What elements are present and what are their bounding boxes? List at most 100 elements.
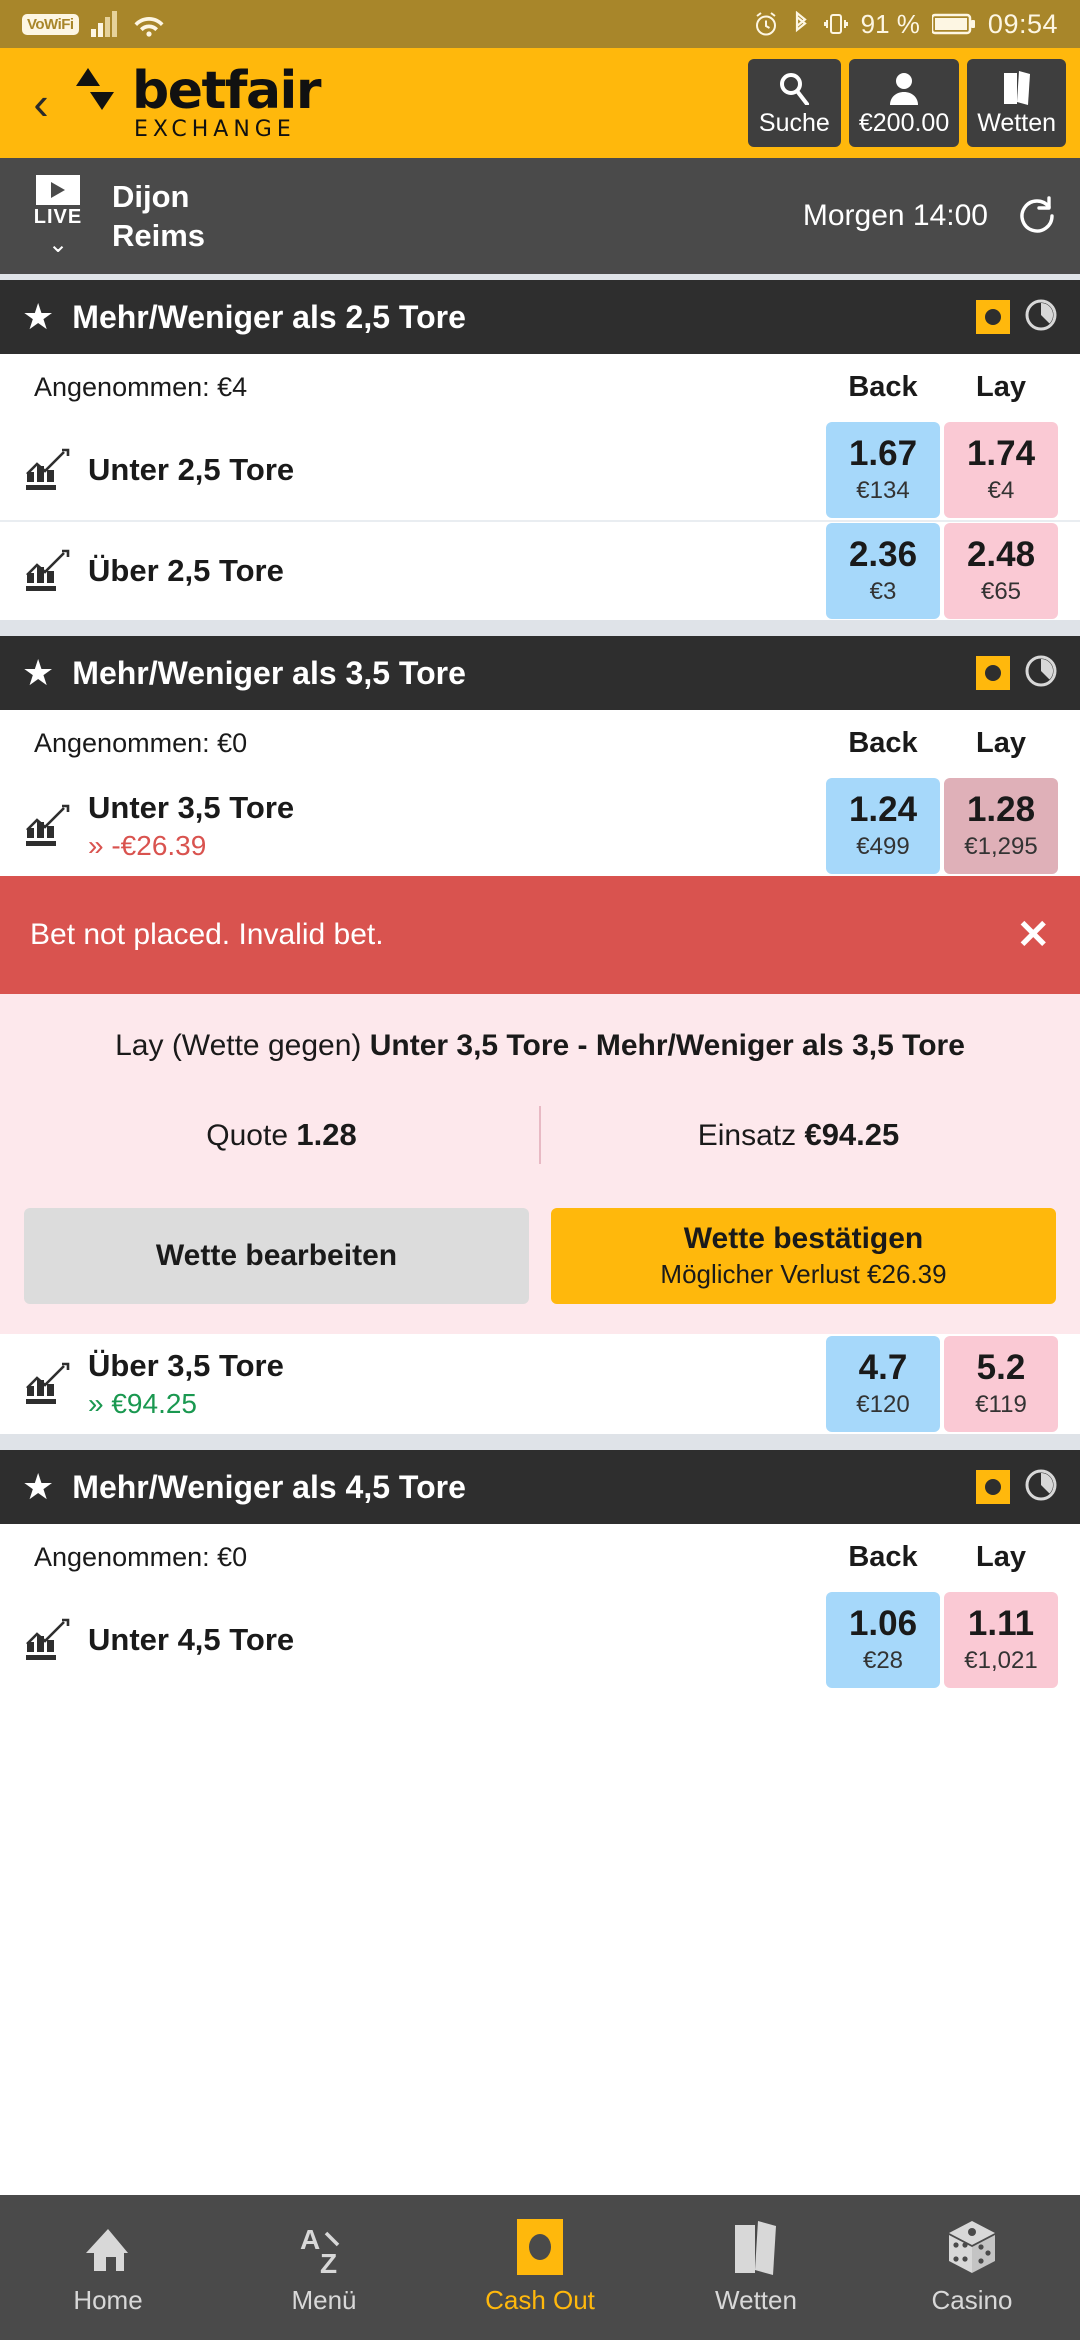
back-odds: 4.7	[858, 1347, 908, 1387]
star-icon[interactable]: ★	[22, 1469, 54, 1505]
account-balance-label: €200.00	[858, 108, 950, 137]
betfair-wordmark: betfair	[132, 61, 322, 121]
selection-row: Unter 3,5 Tore » -€26.39 1.24 €499 1.28 …	[0, 776, 1080, 876]
back-odds: 2.36	[848, 534, 918, 574]
selection-name-block: Unter 4,5 Tore	[88, 1622, 294, 1658]
selection-row: Über 2,5 Tore 2.36 €3 2.48 €65	[0, 520, 1080, 620]
search-icon	[777, 69, 811, 107]
betfair-arrows-icon	[74, 66, 132, 116]
refresh-icon[interactable]	[1016, 195, 1058, 237]
market-header-icons	[976, 654, 1058, 693]
nav-label-menu: Menü	[291, 2285, 357, 2315]
confirm-bet-button[interactable]: Wette bestätigen Möglicher Verlust €26.3…	[551, 1208, 1056, 1304]
bet-slip-title: Lay (Wette gegen) Unter 3,5 Tore - Mehr/…	[24, 1028, 1056, 1064]
account-icon	[888, 69, 920, 107]
status-bar-right: 91 % 09:54	[753, 9, 1058, 40]
lay-odds: 1.74	[966, 433, 1036, 473]
cashout-icon	[517, 2219, 563, 2275]
market-title: Mehr/Weniger als 3,5 Tore	[72, 654, 466, 691]
price-chart-icon[interactable]	[20, 1362, 74, 1406]
price-chart-icon[interactable]	[20, 549, 74, 593]
battery-icon	[931, 12, 976, 36]
column-header-lay: Lay	[976, 370, 1026, 403]
event-header[interactable]: LIVE ⌄ Dijon Reims Morgen 14:00	[0, 158, 1080, 280]
bet-odds-field[interactable]: Quote 1.28	[24, 1117, 539, 1153]
error-banner: Bet not placed. Invalid bet. ✕	[0, 876, 1080, 994]
nav-label-home: Home	[73, 2285, 143, 2315]
price-chart-icon[interactable]	[20, 1618, 74, 1662]
edit-bet-button[interactable]: Wette bearbeiten	[24, 1208, 529, 1304]
nav-label-casino: Casino	[931, 2285, 1013, 2315]
cashout-icon[interactable]	[976, 300, 1010, 334]
market-header[interactable]: ★ Mehr/Weniger als 4,5 Tore	[0, 1450, 1080, 1524]
bet-stake-value: €94.25	[804, 1117, 900, 1152]
section-divider	[0, 620, 1080, 636]
lay-odds: 5.2	[976, 1347, 1026, 1387]
back-price-button[interactable]: 1.06 €28	[826, 1592, 940, 1688]
nav-item-bets[interactable]: Wetten	[648, 2219, 864, 2316]
nav-label-bets: Wetten	[715, 2285, 797, 2315]
pie-timer-icon[interactable]	[1024, 1468, 1058, 1507]
nav-item-home[interactable]: Home	[0, 2219, 216, 2316]
account-balance-button[interactable]: €200.00	[848, 59, 960, 147]
betfair-logo: betfair EXCHANGE	[74, 61, 322, 141]
search-button[interactable]: Suche	[747, 59, 841, 147]
pie-timer-icon[interactable]	[1024, 298, 1058, 337]
price-chart-icon[interactable]	[20, 448, 74, 492]
home-icon	[82, 2219, 134, 2275]
back-amount: €28	[862, 1646, 904, 1674]
star-icon[interactable]: ★	[22, 655, 54, 691]
error-message: Bet not placed. Invalid bet.	[30, 918, 384, 951]
nav-item-cashout[interactable]: Cash Out	[432, 2219, 648, 2316]
back-odds: 1.06	[848, 1603, 918, 1643]
live-stream-toggle[interactable]: LIVE ⌄	[22, 175, 94, 257]
back-price-button[interactable]: 4.7 €120	[826, 1336, 940, 1432]
star-icon[interactable]: ★	[22, 299, 54, 335]
my-bets-label: Wetten	[977, 108, 1056, 137]
back-price-button[interactable]: 2.36 €3	[826, 523, 940, 619]
back-button[interactable]: ‹	[14, 80, 68, 126]
bet-odds-label: Quote	[206, 1119, 289, 1152]
back-amount: €499	[856, 832, 910, 860]
cashout-icon[interactable]	[976, 656, 1010, 690]
lay-price-button[interactable]: 1.74 €4	[944, 422, 1058, 518]
matched-amount: Angenommen: €4	[34, 371, 248, 402]
price-chart-icon[interactable]	[20, 804, 74, 848]
back-price-button[interactable]: 1.24 €499	[826, 778, 940, 874]
cashout-icon[interactable]	[976, 1470, 1010, 1504]
lay-amount: €4	[987, 476, 1015, 504]
bets-icon	[1001, 69, 1033, 107]
lay-price-button[interactable]: 1.28 €1,295	[944, 778, 1058, 874]
lay-price-button[interactable]: 5.2 €119	[944, 1336, 1058, 1432]
chevron-down-icon[interactable]: ⌄	[48, 233, 68, 257]
market-header[interactable]: ★ Mehr/Weniger als 3,5 Tore	[0, 636, 1080, 710]
back-amount: €134	[856, 476, 910, 504]
confirm-bet-liability: Möglicher Verlust €26.39	[660, 1259, 947, 1289]
column-header-back: Back	[848, 726, 918, 759]
price-buttons: 1.06 €28 1.11 €1,021	[826, 1592, 1058, 1688]
lay-price-button[interactable]: 2.48 €65	[944, 523, 1058, 619]
selection-profit-loss: » -€26.39	[88, 829, 207, 861]
column-header-back: Back	[848, 370, 918, 403]
nav-item-menu[interactable]: AZ Menü	[216, 2219, 432, 2316]
bottom-navigation: Home AZ Menü Cash Out Wetten Casino	[0, 2195, 1080, 2340]
market-title: Mehr/Weniger als 4,5 Tore	[72, 1468, 466, 1505]
column-header-back: Back	[848, 1540, 918, 1573]
market-header[interactable]: ★ Mehr/Weniger als 2,5 Tore	[0, 280, 1080, 354]
back-odds: 1.24	[848, 789, 918, 829]
nav-item-casino[interactable]: Casino	[864, 2219, 1080, 2316]
back-amount: €120	[856, 1390, 910, 1418]
my-bets-button[interactable]: Wetten	[967, 59, 1066, 147]
market-subheader: Angenommen: €0 Back Lay	[0, 710, 1080, 776]
pie-timer-icon[interactable]	[1024, 654, 1058, 693]
search-button-label: Suche	[758, 108, 830, 137]
lay-price-button[interactable]: 1.11 €1,021	[944, 1592, 1058, 1688]
bet-stake-field[interactable]: Einsatz €94.25	[541, 1117, 1056, 1153]
bet-odds-value: 1.28	[296, 1117, 357, 1152]
back-price-button[interactable]: 1.67 €134	[826, 422, 940, 518]
lay-amount: €65	[980, 577, 1022, 605]
status-bar-left: VoWiFi	[22, 11, 165, 37]
column-header-lay: Lay	[976, 726, 1026, 759]
market-subheader: Angenommen: €4 Back Lay	[0, 354, 1080, 420]
close-icon[interactable]: ✕	[1016, 915, 1050, 955]
